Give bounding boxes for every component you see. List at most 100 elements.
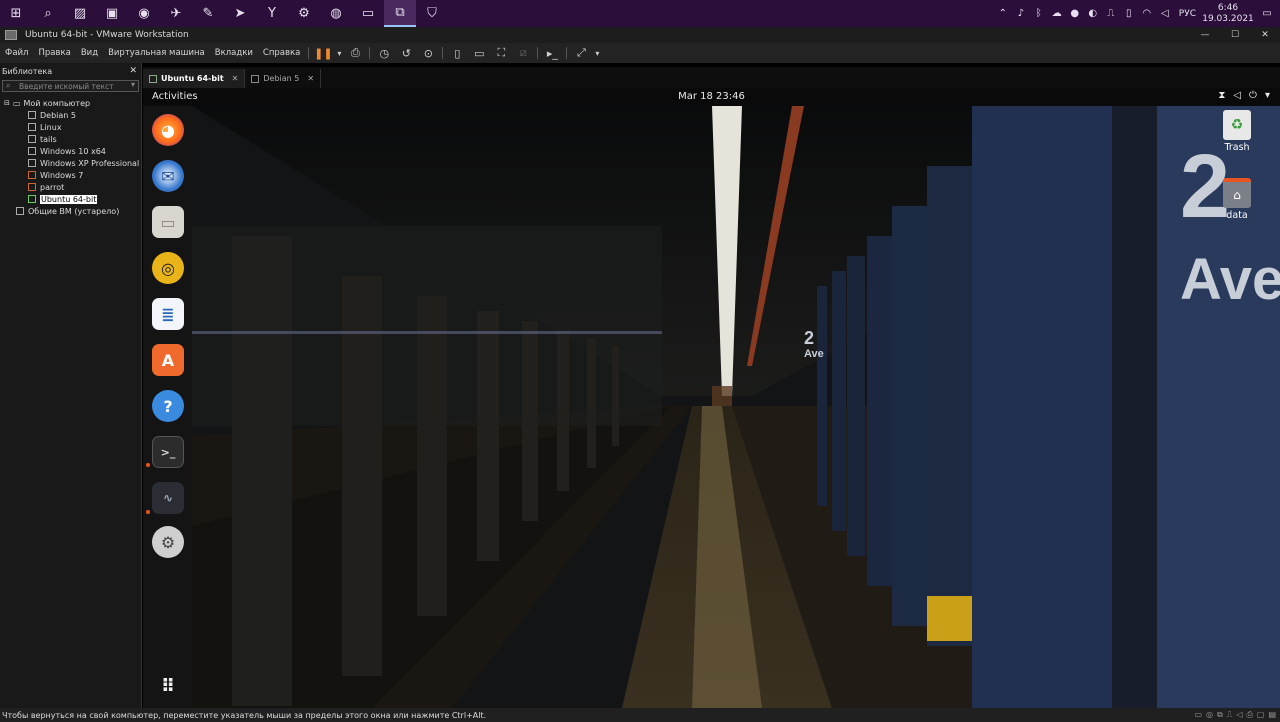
- network-icon[interactable]: ⧗: [1218, 90, 1225, 101]
- close-library-button[interactable]: ✕: [129, 66, 137, 76]
- tree-node-shared[interactable]: Общие ВМ (устарело): [0, 205, 141, 217]
- file-explorer-icon[interactable]: ▭: [352, 0, 384, 27]
- system-menu-chevron-icon[interactable]: ▾: [1265, 90, 1270, 101]
- system-monitor-icon[interactable]: ∿: [152, 482, 184, 514]
- tree-node-vm[interactable]: parrot: [0, 181, 141, 193]
- show-applications-icon[interactable]: ⠿: [152, 670, 184, 702]
- display-icon[interactable]: ▢: [1257, 710, 1265, 720]
- terminal-icon[interactable]: ▣: [96, 0, 128, 27]
- rhythmbox-icon[interactable]: ◎: [152, 252, 184, 284]
- sound-card-icon[interactable]: ◁: [1236, 710, 1242, 720]
- libreoffice-writer-icon[interactable]: ≣: [152, 298, 184, 330]
- activities-button[interactable]: Activities: [152, 91, 198, 102]
- volume-icon[interactable]: ◁: [1233, 90, 1241, 101]
- revert-snapshot-icon[interactable]: ↺: [395, 47, 417, 60]
- menu-vm[interactable]: Виртуальная машина: [103, 48, 210, 58]
- maximize-button[interactable]: ☐: [1220, 27, 1250, 43]
- antivirus-icon[interactable]: ●: [1067, 8, 1083, 19]
- language-indicator[interactable]: РУС: [1179, 9, 1196, 19]
- start-icon[interactable]: ⊞: [0, 0, 32, 27]
- search-icon[interactable]: ⌕: [32, 0, 64, 27]
- taskbar-clock[interactable]: 6:46 19.03.2021: [1202, 3, 1254, 25]
- tree-node-vm-selected[interactable]: Ubuntu 64-bit: [0, 193, 141, 205]
- software-store-icon[interactable]: A: [152, 344, 184, 376]
- hard-disk-icon[interactable]: ▭: [1194, 710, 1202, 720]
- files-icon[interactable]: ▭: [152, 206, 184, 238]
- stretch-view-icon[interactable]: ⤢: [570, 46, 592, 60]
- photo-editor-icon[interactable]: ▨: [64, 0, 96, 27]
- yandex-browser-icon[interactable]: Y: [256, 0, 288, 27]
- toolbar-separator: [369, 47, 371, 59]
- pause-dropdown-icon[interactable]: ▾: [334, 49, 344, 58]
- tree-node-vm[interactable]: Debian 5: [0, 109, 141, 121]
- console-view-icon[interactable]: ▸_: [541, 47, 563, 60]
- thunderbird-icon[interactable]: ✉: [152, 160, 184, 192]
- tree-node-my-computer[interactable]: ⊟ ▭ Мой компьютер: [0, 97, 141, 109]
- snapshot-manager-icon[interactable]: ⊙: [417, 47, 439, 60]
- usb-device-icon[interactable]: ⎍: [1227, 710, 1233, 720]
- chevron-up-icon[interactable]: ⌃: [995, 8, 1011, 19]
- send-ctrl-alt-del-icon[interactable]: ⎙: [344, 46, 366, 60]
- settings-icon[interactable]: ⚙: [152, 526, 184, 558]
- stretch-dropdown-icon[interactable]: ▾: [592, 49, 602, 58]
- microphone-icon[interactable]: ♪: [1013, 8, 1029, 19]
- close-window-button[interactable]: ✕: [1250, 27, 1280, 43]
- show-library-icon[interactable]: ▯: [446, 47, 468, 60]
- gnome-clock[interactable]: Mar 18 23:46: [143, 91, 1280, 102]
- network-adapter-icon[interactable]: ⧉: [1217, 710, 1223, 720]
- close-tab-button[interactable]: ✕: [232, 74, 239, 83]
- menu-help[interactable]: Справка: [258, 48, 305, 58]
- vm-display[interactable]: 2 Ave 2 Ave Mar 18 23:46 Activities ⧗ ◁ …: [143, 88, 1280, 708]
- minimize-button[interactable]: —: [1190, 27, 1220, 43]
- desktop-icon-data[interactable]: ⌂ data: [1217, 178, 1257, 221]
- pause-vm-icon[interactable]: ❚❚: [312, 47, 334, 60]
- tree-node-vm[interactable]: Linux: [0, 121, 141, 133]
- notifications-icon[interactable]: ▭: [1254, 8, 1280, 19]
- messenger-icon[interactable]: ◍: [320, 0, 352, 27]
- speaker-icon[interactable]: ◁: [1157, 8, 1173, 19]
- close-tab-button[interactable]: ✕: [307, 74, 314, 83]
- menu-edit[interactable]: Правка: [33, 48, 75, 58]
- wifi-icon[interactable]: ◠: [1139, 8, 1155, 19]
- power-icon[interactable]: ⏻: [1249, 90, 1257, 101]
- firefox-icon[interactable]: ◕: [152, 114, 184, 146]
- phone-icon[interactable]: ▯: [1121, 8, 1137, 19]
- tab-debian[interactable]: Debian 5 ✕: [245, 69, 322, 88]
- collapse-icon[interactable]: ⊟: [4, 99, 10, 107]
- menu-view[interactable]: Вид: [76, 48, 103, 58]
- snapshot-icon[interactable]: ◷: [373, 47, 395, 60]
- toolbar-separator: [566, 47, 568, 59]
- notes-icon[interactable]: ✎: [192, 0, 224, 27]
- tree-node-vm[interactable]: Windows XP Professional: [0, 157, 141, 169]
- vmware-icon[interactable]: ⧉: [384, 0, 416, 27]
- settings-gear-icon[interactable]: ⚙: [288, 0, 320, 27]
- printer-icon[interactable]: ⎙: [1246, 710, 1252, 720]
- show-thumbnails-icon[interactable]: ▭: [468, 47, 490, 60]
- full-screen-icon[interactable]: ⛶: [490, 46, 512, 60]
- menu-file[interactable]: Файл: [0, 48, 33, 58]
- vm-icon: [28, 159, 36, 167]
- desktop-icon-trash[interactable]: ♻ Trash: [1217, 110, 1257, 153]
- unity-icon[interactable]: ⧄: [512, 46, 534, 60]
- tab-ubuntu[interactable]: Ubuntu 64-bit ✕: [143, 69, 246, 88]
- tree-node-vm[interactable]: Windows 7: [0, 169, 141, 181]
- tree-node-vm[interactable]: Windows 10 x64: [0, 145, 141, 157]
- telegram-icon[interactable]: ➤: [224, 0, 256, 27]
- discord-icon[interactable]: ◐: [1085, 8, 1101, 19]
- cd-drive-icon[interactable]: ◎: [1206, 710, 1213, 720]
- chrome-icon[interactable]: ◉: [128, 0, 160, 27]
- menu-tabs[interactable]: Вкладки: [210, 48, 258, 58]
- usb-icon[interactable]: ⎍: [1103, 8, 1119, 19]
- chevron-down-icon[interactable]: ▾: [131, 80, 135, 89]
- tree-node-vm[interactable]: tails: [0, 133, 141, 145]
- bluetooth-icon[interactable]: ᛒ: [1031, 8, 1047, 19]
- terminal-icon[interactable]: >_: [152, 436, 184, 468]
- cloud-icon[interactable]: ☁: [1049, 8, 1065, 19]
- message-log-icon[interactable]: ▤: [1268, 710, 1276, 720]
- vm-icon: [28, 171, 36, 179]
- airplane-icon[interactable]: ✈: [160, 0, 192, 27]
- library-search-input[interactable]: ⌕ Введите искомый текст ▾: [2, 80, 139, 92]
- shield-icon[interactable]: ⛉: [416, 0, 448, 27]
- help-icon[interactable]: ?: [152, 390, 184, 422]
- toolbar-separator: [308, 47, 310, 59]
